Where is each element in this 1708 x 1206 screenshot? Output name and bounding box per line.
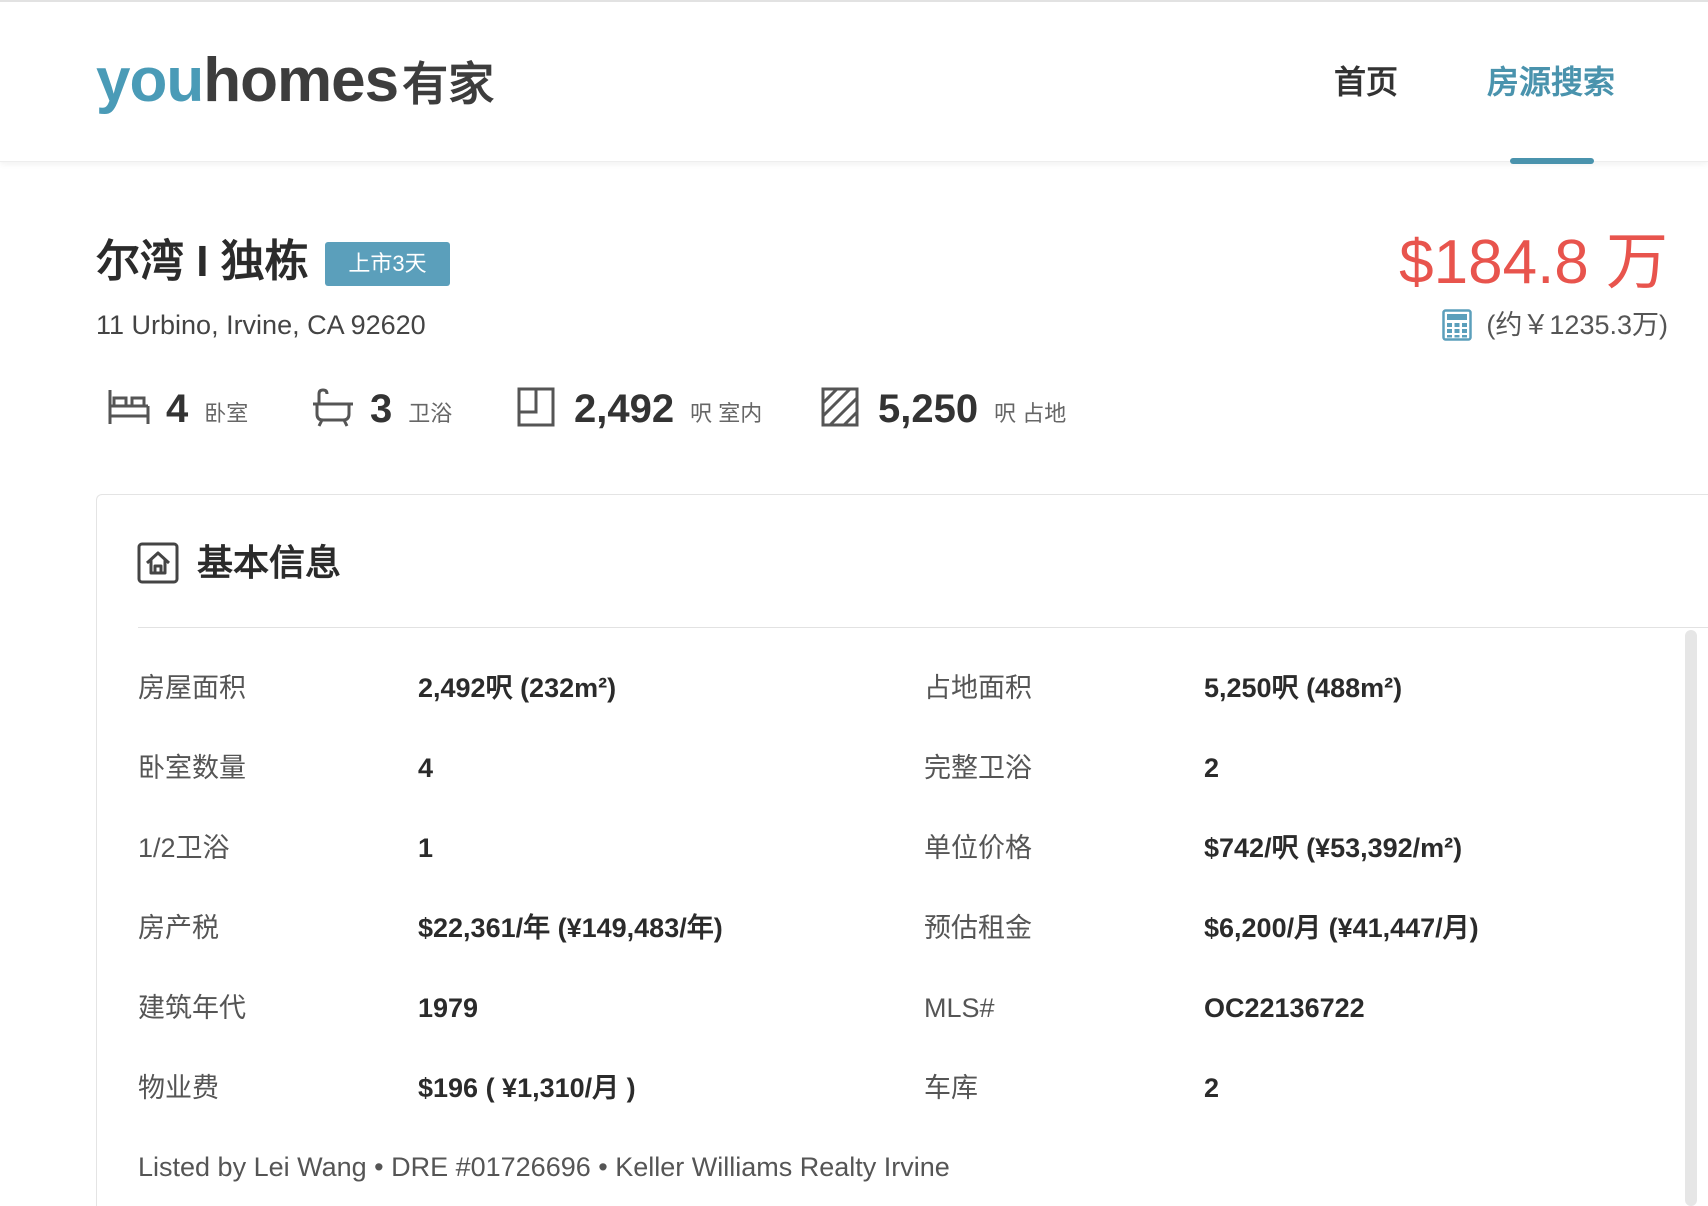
stat-lot-area-unit: 呎 占地 xyxy=(994,401,1067,426)
stat-bathrooms-unit: 卫浴 xyxy=(408,401,453,426)
info-label: MLS# xyxy=(924,993,995,1023)
info-label: 1/2卫浴 xyxy=(138,833,230,863)
info-row: 卧室数量 4 完整卫浴 2 xyxy=(97,748,1697,788)
stat-bedrooms: 4 卧室 xyxy=(106,382,248,432)
stat-bedrooms-unit: 卧室 xyxy=(204,401,249,426)
floor-area-icon xyxy=(517,387,555,427)
info-value: 2 xyxy=(1204,1073,1220,1103)
lot-area-icon xyxy=(821,387,859,427)
info-value: $196 ( ¥1,310/月 ) xyxy=(418,1073,636,1103)
stat-floor-area-unit: 呎 室内 xyxy=(690,401,763,426)
info-label: 物业费 xyxy=(138,1073,219,1103)
price-cny: (约￥1235.3万) xyxy=(1486,310,1668,340)
info-label: 房屋面积 xyxy=(138,673,246,703)
stat-lot-area: 5,250 呎 占地 xyxy=(818,382,1066,432)
info-value: $6,200/月 (¥41,447/月) xyxy=(1204,913,1479,943)
stat-floor-area-value: 2,492 xyxy=(574,387,675,431)
info-label: 车库 xyxy=(924,1073,978,1103)
basic-info-title: 基本信息 xyxy=(197,542,342,583)
card-divider xyxy=(138,627,1708,628)
info-label: 建筑年代 xyxy=(138,993,246,1023)
calculator-icon[interactable] xyxy=(1442,309,1473,341)
info-row: 物业费 $196 ( ¥1,310/月 ) 车库 2 xyxy=(97,1068,1697,1108)
info-label: 预估租金 xyxy=(924,913,1032,943)
info-value: 2,492呎 (232m²) xyxy=(418,673,617,703)
info-label: 占地面积 xyxy=(924,673,1032,703)
listing-agent-info: Listed by Lei Wang • DRE #01726696 • Kel… xyxy=(138,1152,950,1182)
info-value: 5,250呎 (488m²) xyxy=(1204,673,1403,703)
basic-info-header: 基本信息 xyxy=(137,541,341,585)
stat-bathrooms-value: 3 xyxy=(370,387,393,431)
listing-title: 尔湾 I 独栋 xyxy=(96,237,309,286)
info-value: $22,361/年 (¥149,483/年) xyxy=(418,913,723,943)
listing-address: 11 Urbino, Irvine, CA 92620 xyxy=(96,310,426,340)
house-icon xyxy=(137,542,179,584)
info-value: 2 xyxy=(1204,753,1220,783)
info-value: $742/呎 (¥53,392/m²) xyxy=(1204,833,1463,863)
info-row: 建筑年代 1979 MLS# OC22136722 xyxy=(97,988,1697,1028)
youhomes-logo[interactable]: you homes 有家 xyxy=(96,50,494,112)
info-value: 1979 xyxy=(418,993,479,1023)
bathtub-icon xyxy=(313,388,353,427)
info-value: 1 xyxy=(418,833,434,863)
info-label: 完整卫浴 xyxy=(924,753,1032,783)
stat-bathrooms: 3 卫浴 xyxy=(310,382,452,432)
basic-info-card: 基本信息 房屋面积 2,492呎 (232m²) 占地面积 5,250呎 (48… xyxy=(96,494,1708,1206)
info-row: 房屋面积 2,492呎 (232m²) 占地面积 5,250呎 (488m²) xyxy=(97,668,1697,708)
info-label: 单位价格 xyxy=(924,833,1032,863)
info-label: 房产税 xyxy=(138,913,219,943)
nav-active-underline xyxy=(1510,158,1594,164)
stat-floor-area: 2,492 呎 室内 xyxy=(514,382,762,432)
nav-property-search[interactable]: 房源搜索 xyxy=(1487,62,1615,102)
info-row: 1/2卫浴 1 单位价格 $742/呎 (¥53,392/m²) xyxy=(97,828,1697,868)
nav-home[interactable]: 首页 xyxy=(1334,62,1398,102)
info-value: OC22136722 xyxy=(1204,993,1365,1023)
stat-bedrooms-value: 4 xyxy=(166,387,189,431)
days-on-market-badge: 上市3天 xyxy=(325,242,450,286)
price-cny-block: (约￥1235.3万) xyxy=(1442,308,1668,342)
logo-cn-text: 有家 xyxy=(402,58,495,110)
info-value: 4 xyxy=(418,753,434,783)
logo-you-text: you xyxy=(96,46,204,115)
listing-price: $184.8 万 xyxy=(1399,228,1668,297)
logo-homes-text: homes xyxy=(203,46,399,115)
info-label: 卧室数量 xyxy=(138,753,246,783)
scrollbar[interactable] xyxy=(1685,630,1697,1206)
info-row: 房产税 $22,361/年 (¥149,483/年) 预估租金 $6,200/月… xyxy=(97,908,1697,948)
site-header: you homes 有家 首页 房源搜索 xyxy=(0,0,1708,164)
bed-icon xyxy=(108,390,150,424)
stat-lot-area-value: 5,250 xyxy=(878,387,979,431)
